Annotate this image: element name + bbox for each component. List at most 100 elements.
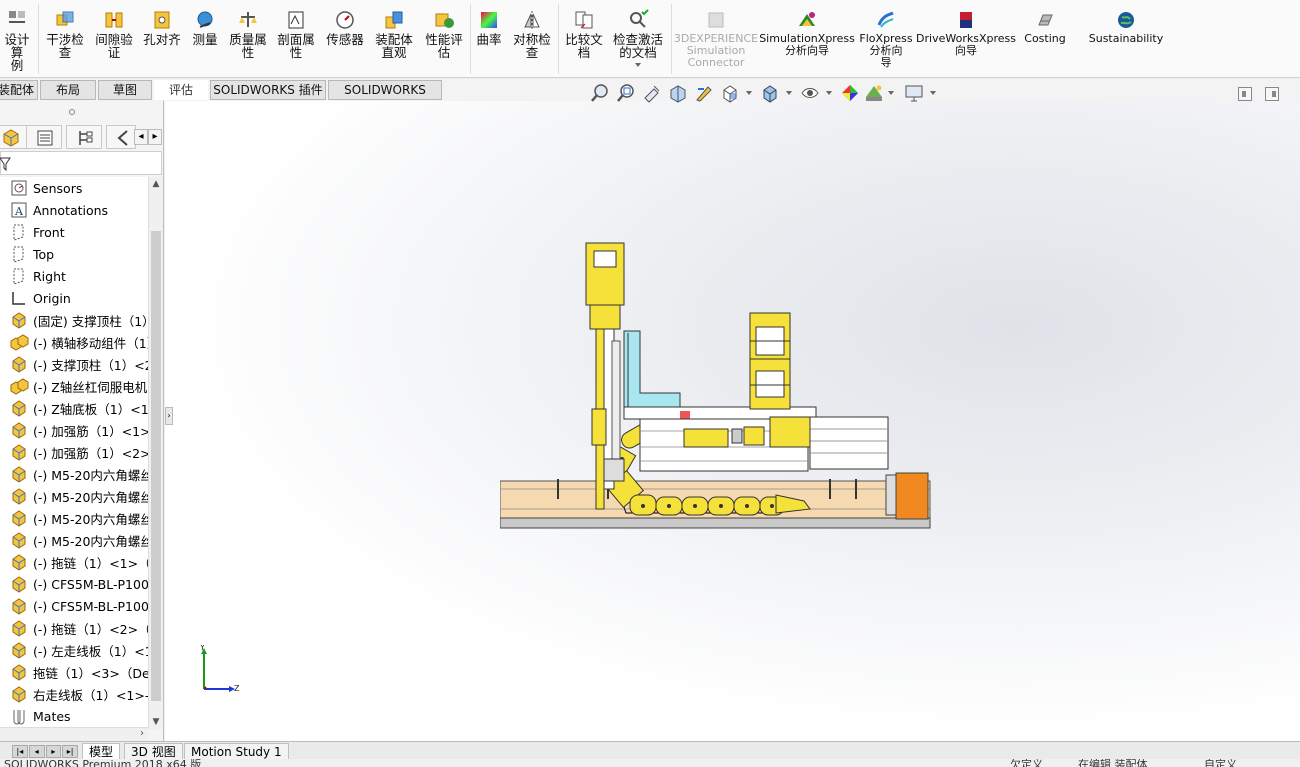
tab-3d-view[interactable]: 3D 视图 xyxy=(124,743,183,760)
scroll-down-icon[interactable]: ▼ xyxy=(149,715,163,729)
tree-item[interactable]: (-) M5-20内六角螺丝 xyxy=(0,507,148,529)
view-orientation-button[interactable] xyxy=(720,83,740,105)
tree-item[interactable]: 拖链（1）<3>（Defa xyxy=(0,661,148,683)
tab-solidworks-mbd[interactable]: SOLIDWORKS MBD xyxy=(328,80,442,116)
apply-scene-button[interactable] xyxy=(864,83,884,105)
appearance-icon xyxy=(842,85,858,101)
edit-appearance-button[interactable] xyxy=(840,83,860,105)
clearance-verification-button[interactable]: 间隙验 证 xyxy=(90,0,138,78)
section-properties-button[interactable]: 剖面属 性 xyxy=(272,0,320,78)
compare-documents-button[interactable]: 比较文 档 xyxy=(560,0,608,78)
view-settings-button[interactable] xyxy=(904,83,924,105)
tree-item[interactable]: Top xyxy=(0,243,148,265)
tab-assembly[interactable]: 装配体 xyxy=(0,80,38,100)
tree-item[interactable]: (-) M5-20内六角螺丝 xyxy=(0,463,148,485)
tree-item[interactable]: Origin xyxy=(0,287,148,309)
tree-item[interactable]: A Annotations xyxy=(0,199,148,221)
3dx-icon xyxy=(708,12,724,28)
curvature-button[interactable]: 曲率 xyxy=(472,0,506,78)
zoom-to-fit-button[interactable] xyxy=(590,83,610,105)
tree-item[interactable]: (-) M5-20内六角螺丝 xyxy=(0,529,148,551)
tab-property-manager[interactable] xyxy=(26,125,62,149)
tree-item[interactable]: (-) 左走线板（1）<1: xyxy=(0,639,148,661)
tile-right-icon[interactable] xyxy=(1265,87,1279,101)
check-active-document-button[interactable]: 检查激活 的文档 xyxy=(608,0,668,78)
tree-item[interactable]: Mates xyxy=(0,705,148,727)
tab-layout[interactable]: 布局 xyxy=(40,80,96,100)
tree-vertical-scrollbar[interactable]: ▲ ▼ xyxy=(148,177,163,729)
hide-show-items-button[interactable] xyxy=(800,83,820,105)
tree-item[interactable]: (-) 拖链（1）<1>（D xyxy=(0,551,148,573)
view-settings-dropdown-icon[interactable] xyxy=(930,91,936,95)
tree-item[interactable]: (-) Z轴底板（1）<1> xyxy=(0,397,148,419)
scroll-thumb[interactable] xyxy=(151,231,161,701)
tree-item[interactable]: (-) M5-20内六角螺丝 xyxy=(0,485,148,507)
view-orientation-dropdown-icon[interactable] xyxy=(746,91,752,95)
scene-dropdown-icon[interactable] xyxy=(888,91,894,95)
tree-horizontal-scrollbar[interactable]: › xyxy=(0,727,148,741)
tree-item[interactable]: (-) 横轴移动组件（1） xyxy=(0,331,148,353)
tab-dim-xpert[interactable] xyxy=(106,125,136,149)
tree-item[interactable]: (-) 加强筋（1）<2>（ xyxy=(0,441,148,463)
sustainability-button[interactable]: Sustainability xyxy=(1082,0,1170,78)
simulationxpress-button[interactable]: SimulationXpress 分析向导 xyxy=(759,0,855,78)
clearance-icon xyxy=(105,12,123,28)
panel-splitter[interactable] xyxy=(0,101,164,121)
zoom-to-area-button[interactable] xyxy=(616,83,636,105)
tab-scroll-left-icon[interactable]: ◂ xyxy=(134,129,148,145)
tile-left-icon[interactable] xyxy=(1238,87,1252,101)
interference-check-button[interactable]: 干涉检 查 xyxy=(42,0,88,78)
status-units[interactable]: 自定义 xyxy=(1204,759,1237,767)
tree-item-label: 右走线板（1）<1>-> xyxy=(33,687,148,703)
section-view-button[interactable] xyxy=(668,83,688,105)
display-style-dropdown-icon[interactable] xyxy=(786,91,792,95)
dynamic-annotation-button[interactable] xyxy=(694,83,714,105)
tree-item[interactable]: 右走线板（1）<1>-> xyxy=(0,683,148,705)
bracket xyxy=(623,330,681,418)
mass-properties-button[interactable]: 质量属 性 xyxy=(226,0,270,78)
floxpress-button[interactable]: FloXpress 分析向 导 xyxy=(856,0,916,78)
display-style-button[interactable] xyxy=(760,83,780,105)
hide-show-dropdown-icon[interactable] xyxy=(826,91,832,95)
panel-collapse-icon[interactable]: › xyxy=(165,407,173,425)
tree-item[interactable]: Sensors xyxy=(0,177,148,199)
tab-scroll-right-icon[interactable]: ▸ xyxy=(148,129,162,145)
symmetry-check-button[interactable]: 对称检 查 xyxy=(508,0,556,78)
tree-item[interactable]: (-) CFS5M-BL-P100W xyxy=(0,595,148,617)
prev-tab-icon[interactable]: ◂ xyxy=(28,745,45,758)
scroll-right-icon[interactable]: › xyxy=(140,728,144,739)
tree-item[interactable]: (固定) 支撑顶柱（1） xyxy=(0,309,148,331)
last-tab-icon[interactable]: ▸| xyxy=(62,745,78,758)
first-tab-icon[interactable]: |◂ xyxy=(12,745,28,758)
coordinate-triad: Y Z xyxy=(200,645,240,693)
dropdown-caret-icon[interactable] xyxy=(635,63,641,67)
tab-sketch[interactable]: 草图 xyxy=(98,80,152,100)
costing-button[interactable]: Costing xyxy=(1016,0,1074,78)
tab-solidworks-addins[interactable]: SOLIDWORKS 插件 xyxy=(210,80,326,100)
tree-item[interactable]: Right xyxy=(0,265,148,287)
tree-filter[interactable] xyxy=(0,151,162,175)
driveworksxpress-button[interactable]: DriveWorksXpress 向导 xyxy=(916,0,1016,78)
tree-item[interactable]: (-) 加强筋（1）<1>（ xyxy=(0,419,148,441)
tab-evaluate[interactable]: 评估 xyxy=(154,80,208,100)
tab-motion-study[interactable]: Motion Study 1 xyxy=(184,743,289,760)
tree-item[interactable]: (-) Z轴丝杠伺服电机 xyxy=(0,375,148,397)
scroll-up-icon[interactable]: ▲ xyxy=(149,177,163,191)
assembly-visualization-button[interactable]: 装配体 直观 xyxy=(370,0,418,78)
previous-view-button[interactable] xyxy=(642,83,662,105)
tree-item[interactable]: (-) 拖链（1）<2>（D xyxy=(0,617,148,639)
measure-button[interactable]: 测量 xyxy=(186,0,224,78)
tree-item[interactable]: Front xyxy=(0,221,148,243)
tree-item[interactable]: (-) CFS5M-BL-P100W xyxy=(0,573,148,595)
performance-evaluation-button[interactable]: 性能评 估 xyxy=(420,0,468,78)
assembly-model[interactable] xyxy=(500,241,940,533)
hole-alignment-button[interactable]: 孔对齐 xyxy=(140,0,184,78)
display-style-icon xyxy=(763,85,777,103)
sensor-button[interactable]: 传感器 xyxy=(322,0,368,78)
tree-item[interactable]: (-) 支撑顶柱（1）<2> xyxy=(0,353,148,375)
design-study-button[interactable]: 设计算 例 xyxy=(0,0,34,78)
next-tab-icon[interactable]: ▸ xyxy=(45,745,62,758)
tab-feature-manager[interactable] xyxy=(0,125,28,149)
tab-configuration-manager[interactable] xyxy=(66,125,102,149)
tab-model[interactable]: 模型 xyxy=(82,743,121,760)
